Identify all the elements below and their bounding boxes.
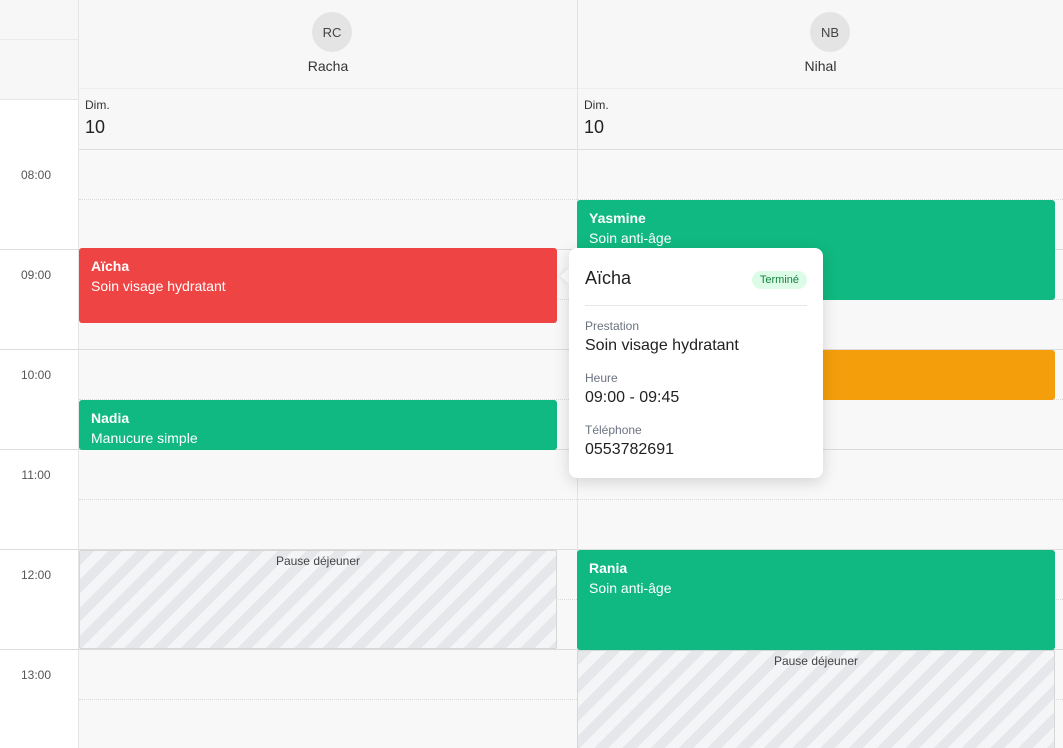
appointment-aicha[interactable]: Aïcha Soin visage hydratant	[79, 248, 557, 323]
day-number: 10	[584, 117, 605, 137]
appointment-service: Manucure simple	[91, 430, 198, 446]
day-header-nihal: Dim. 10	[578, 89, 1063, 150]
day-header-racha: Dim. 10	[79, 89, 577, 150]
gutter-header	[0, 0, 78, 100]
time-label-1000: 10:00	[20, 368, 52, 382]
staff-name: Racha	[307, 58, 349, 74]
phone-value: 0553782691	[585, 441, 674, 458]
gutter-hour-line	[0, 649, 79, 650]
break-label: Pause déjeuner	[773, 654, 859, 668]
service-label: Prestation	[585, 319, 640, 333]
break-label: Pause déjeuner	[275, 554, 361, 568]
staff-header-nihal[interactable]: NB Nihal	[578, 0, 1063, 89]
popover-title: Aïcha	[585, 268, 632, 288]
gutter-hour-line	[0, 249, 79, 250]
avatar: NB	[810, 12, 850, 52]
lunch-break-racha: Pause déjeuner	[79, 550, 557, 649]
appointment-client: Nadia	[91, 410, 130, 426]
appointment-nadia[interactable]: Nadia Manucure simple	[79, 400, 557, 450]
appointment-client: Rania	[589, 560, 628, 576]
gutter-hour-line	[0, 349, 79, 350]
appointment-service: Soin anti-âge	[589, 230, 672, 246]
appointment-client: Yasmine	[589, 210, 646, 226]
day-short-label: Dim.	[85, 98, 110, 112]
appointment-service: Soin anti-âge	[589, 580, 672, 596]
half-hour-line	[79, 499, 1063, 500]
gutter-hour-line	[0, 449, 79, 450]
appointment-service: Soin visage hydratant	[91, 278, 226, 294]
gutter-hour-line	[0, 549, 79, 550]
time-label-1100: 11:00	[21, 468, 51, 482]
appointment-client: Aïcha	[91, 258, 130, 274]
appointment-popover[interactable]: Aïcha Terminé Prestation Soin visage hyd…	[569, 248, 823, 478]
service-value: Soin visage hydratant	[585, 337, 739, 354]
phone-label: Téléphone	[585, 423, 642, 437]
staff-header-racha[interactable]: RC Racha	[79, 0, 577, 89]
lunch-break-nihal: Pause déjeuner	[577, 650, 1055, 748]
appointment-rania[interactable]: Rania Soin anti-âge	[577, 550, 1055, 650]
day-number: 10	[85, 117, 106, 137]
time-label-0800: 08:00	[20, 168, 52, 182]
status-badge: Terminé	[751, 271, 807, 289]
day-short-label: Dim.	[584, 98, 609, 112]
time-value: 09:00 - 09:45	[585, 389, 680, 406]
time-label-0900: 09:00	[20, 268, 52, 282]
staff-name: Nihal	[804, 58, 837, 74]
avatar: RC	[312, 12, 352, 52]
time-label-1200: 12:00	[20, 568, 52, 582]
time-label: Heure	[585, 371, 618, 385]
popover-divider	[585, 305, 807, 306]
time-label-1300: 13:00	[20, 668, 52, 682]
